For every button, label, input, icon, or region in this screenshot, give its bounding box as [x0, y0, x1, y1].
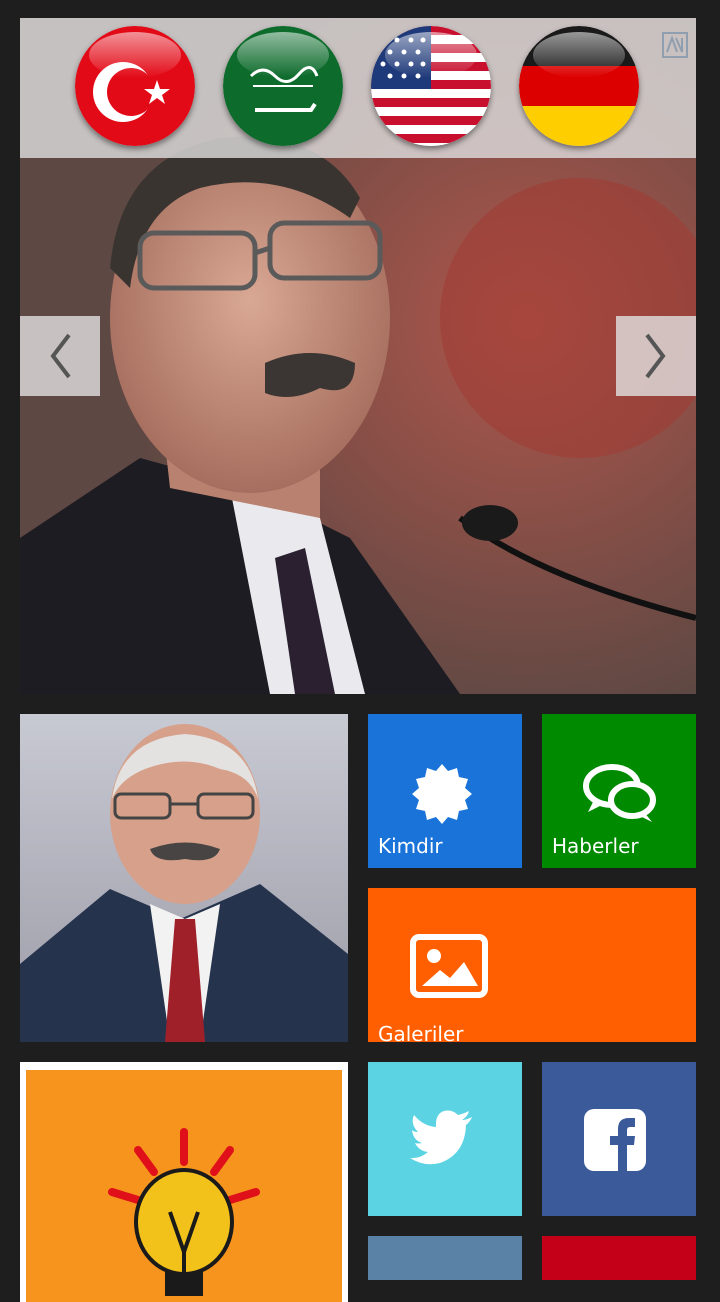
hero-slider[interactable]	[20, 18, 696, 694]
prev-slide-button[interactable]	[20, 316, 100, 396]
haberler-label: Haberler	[552, 834, 639, 858]
turkey-flag-icon[interactable]	[75, 26, 195, 146]
watermark-logo-icon	[662, 32, 688, 58]
usa-flag-icon[interactable]	[371, 26, 491, 146]
party-logo-tile[interactable]	[20, 1062, 348, 1302]
haberler-tile[interactable]: Haberler	[542, 714, 696, 868]
chevron-right-icon	[645, 333, 666, 379]
party-logo-icon	[26, 1070, 342, 1302]
kimdir-tile[interactable]: Kimdir	[368, 714, 522, 868]
saudi-flag-icon[interactable]	[223, 26, 343, 146]
kimdir-label: Kimdir	[378, 834, 443, 858]
image-icon	[410, 934, 488, 998]
facebook-icon	[584, 1109, 646, 1171]
badge-icon	[412, 764, 472, 824]
twitter-tile[interactable]	[368, 1062, 522, 1216]
language-bar	[20, 18, 696, 158]
extra-tile-1[interactable]	[368, 1236, 522, 1280]
twitter-icon	[410, 1110, 472, 1165]
germany-flag-icon[interactable]	[519, 26, 639, 146]
chat-bubbles-icon	[583, 764, 656, 822]
portrait-tile[interactable]	[20, 714, 348, 1042]
galeriler-tile[interactable]: Galeriler	[368, 888, 696, 1042]
extra-tile-2[interactable]	[542, 1236, 696, 1280]
chevron-left-icon	[50, 333, 71, 379]
next-slide-button[interactable]	[616, 316, 696, 396]
galeriler-label: Galeriler	[378, 1022, 464, 1042]
portrait-photo	[20, 714, 348, 1042]
facebook-tile[interactable]	[542, 1062, 696, 1216]
